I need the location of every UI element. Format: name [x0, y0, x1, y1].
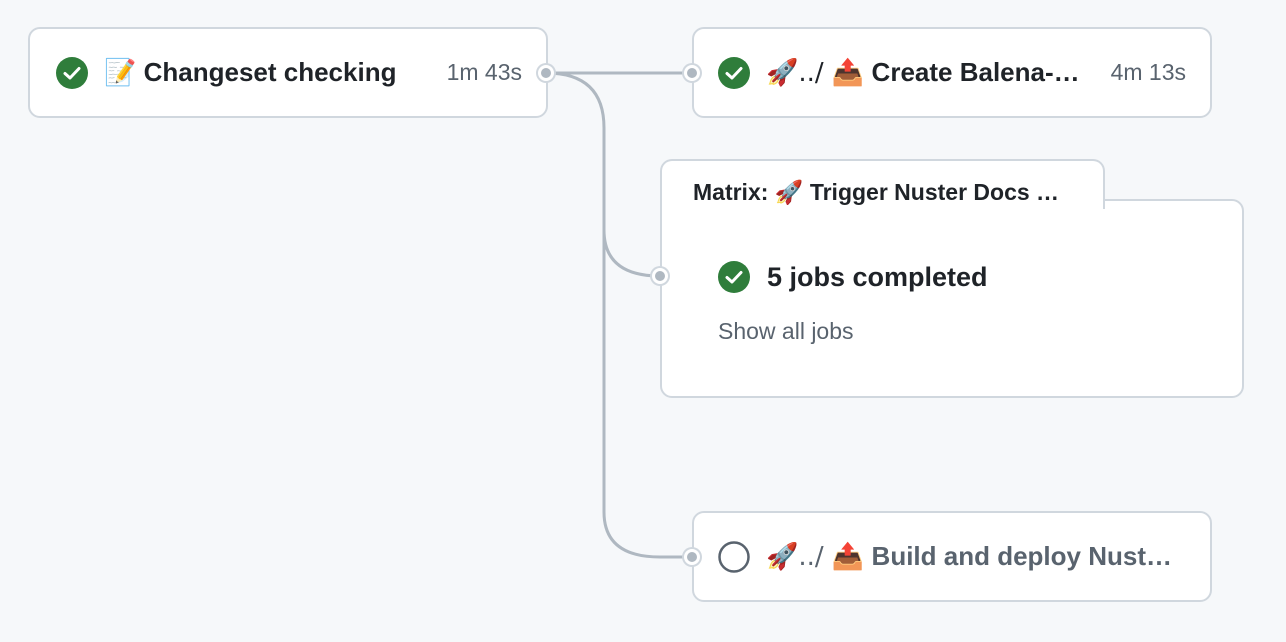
connector-line [545, 71, 661, 278]
matrix-summary-text: 5 jobs completed [767, 261, 988, 292]
job-name: 🚀../ 📤 Build and deploy Nust… [766, 541, 1172, 572]
job-name: 📝 Changeset checking [104, 57, 397, 88]
empty-circle-icon [718, 540, 750, 573]
matrix-title: Matrix: 🚀 Trigger Nuster Docs … [660, 159, 1105, 209]
check-circle-icon [56, 56, 88, 89]
rocket-outbox-icon: 🚀../ 📤 [766, 542, 865, 572]
job-duration: 1m 43s [446, 59, 522, 85]
check-circle-icon [718, 56, 750, 89]
input-port [684, 65, 700, 81]
input-port [652, 268, 668, 284]
output-port [538, 65, 554, 81]
memo-icon: 📝 [104, 58, 137, 88]
job-card-changeset-checking[interactable]: 📝 Changeset checking 1m 43s [28, 27, 548, 118]
job-card-build-and-deploy[interactable]: 🚀../ 📤 Build and deploy Nust… [692, 511, 1212, 602]
job-name: 🚀../ 📤 Create Balena-… [766, 57, 1080, 88]
rocket-outbox-icon: 🚀../ 📤 [766, 58, 865, 88]
job-duration: 4m 13s [1110, 59, 1186, 85]
matrix-group [660, 199, 1244, 398]
check-circle-icon [718, 261, 750, 293]
matrix-summary: 5 jobs completed [718, 261, 988, 293]
show-all-jobs-link[interactable]: Show all jobs [718, 318, 854, 345]
workflow-graph: 📝 Changeset checking 1m 43s 🚀../ 📤 Creat… [0, 0, 1286, 642]
job-card-create-balena[interactable]: 🚀../ 📤 Create Balena-… 4m 13s [692, 27, 1212, 118]
input-port [684, 549, 700, 565]
